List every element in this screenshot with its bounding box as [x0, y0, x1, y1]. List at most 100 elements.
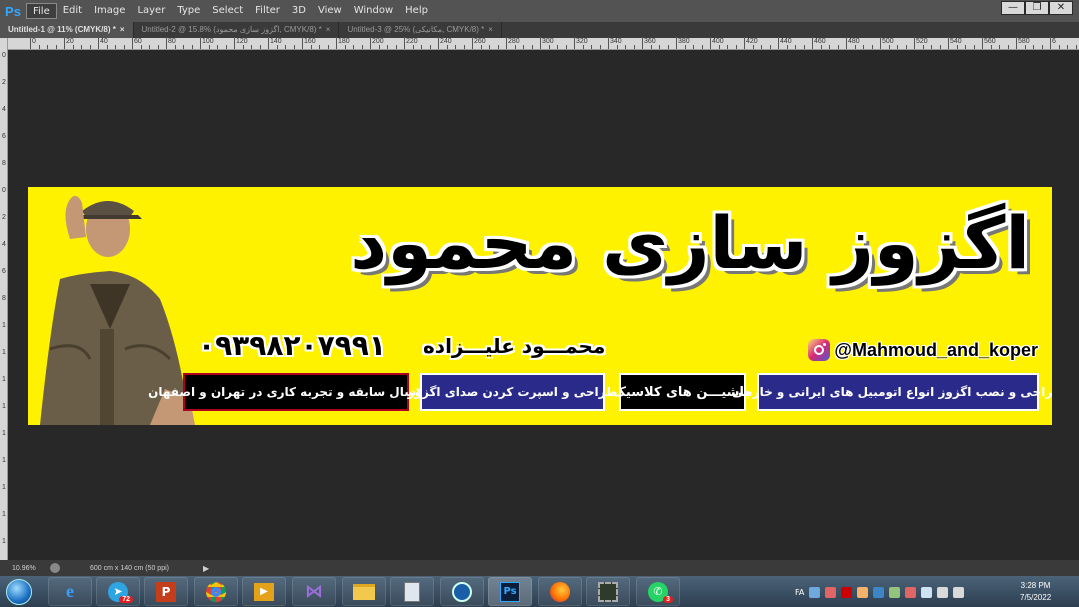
sport-sound-box: طراحی و اسپرت کردن صدای اگزوز [408, 373, 617, 411]
telegram-icon[interactable]: ➤ 72 [96, 577, 140, 606]
tab-untitled-1[interactable]: Untitled-1 @ 11% (CMYK/8) * × [0, 22, 134, 38]
zoom-level[interactable]: 10.96% [0, 565, 40, 572]
banner-title: اگزوز سازی محمود [350, 201, 1030, 285]
status-info-icon[interactable] [50, 563, 60, 573]
ruler-tick [64, 37, 65, 49]
ruler-minor-tick [353, 45, 354, 49]
tab-close-icon[interactable]: × [488, 25, 493, 34]
ruler-label: 1 [2, 322, 6, 329]
tab-untitled-2[interactable]: Untitled-2 @ 15.8% (اگزوز سازی محمود, CM… [134, 22, 340, 38]
vertical-ruler[interactable]: 0 2 4 6 8 0 2 4 6 8 1 1 1 1 1 1 1 1 1 [0, 38, 8, 560]
menu-file[interactable]: File [26, 3, 57, 19]
ruler-minor-tick [693, 45, 694, 49]
tab-label: Untitled-1 @ 11% (CMYK/8) * [8, 25, 116, 34]
instagram-handle-group: @Mahmoud_and_koper [808, 339, 1038, 361]
firefox-icon[interactable] [538, 577, 582, 606]
menu-3d[interactable]: 3D [286, 3, 312, 19]
menu-window[interactable]: Window [348, 3, 399, 19]
ruler-label: 120 [236, 38, 248, 45]
calculator-icon[interactable] [390, 577, 434, 606]
ruler-minor-tick [140, 45, 142, 49]
menu-view[interactable]: View [312, 3, 348, 19]
menu-help[interactable]: Help [399, 3, 434, 19]
tray-app-icon[interactable] [905, 586, 917, 598]
tray-app-icon[interactable] [921, 586, 933, 598]
ruler-label: 200 [372, 38, 384, 45]
menu-image[interactable]: Image [88, 3, 131, 19]
ruler-label: 240 [440, 38, 452, 45]
ruler-minor-tick [922, 45, 924, 49]
edge-icon[interactable]: e [48, 577, 92, 606]
visual-studio-icon[interactable]: ⋈ [292, 577, 336, 606]
photoshop-taskbar-icon[interactable]: Ps [488, 577, 532, 606]
ruler-minor-tick [183, 45, 184, 49]
ruler-label: 1 [2, 457, 6, 464]
start-button[interactable] [0, 576, 38, 607]
tab-untitled-3[interactable]: Untitled-3 @ 25% (مکانیکی, CMYK/8) * × [339, 22, 502, 38]
taskbar-clock[interactable]: 3:28 PM 7/5/2022 [1020, 580, 1051, 604]
chrome-icon[interactable] [194, 577, 238, 606]
video-editor-icon[interactable] [586, 577, 630, 606]
network-icon[interactable] [937, 586, 949, 598]
volume-icon[interactable] [953, 586, 965, 598]
status-menu-arrow-icon[interactable]: ▶ [203, 564, 209, 573]
ruler-minor-tick [251, 45, 252, 49]
horizontal-ruler[interactable]: 0 20 40 60 80 100 120 140 160 180 200 220 240 260 280 3… [8, 37, 1079, 50]
ruler-minor-tick [1075, 45, 1077, 49]
whatsapp-icon[interactable]: ✆ 3 [636, 577, 680, 606]
ruler-minor-tick [514, 45, 516, 49]
tray-app-icon[interactable] [889, 586, 901, 598]
tray-app-icon[interactable] [873, 586, 885, 598]
ruler-minor-tick [650, 45, 652, 49]
menu-edit[interactable]: Edit [57, 3, 88, 19]
ruler-label: 460 [814, 38, 826, 45]
menu-filter[interactable]: Filter [249, 3, 286, 19]
tab-close-icon[interactable]: × [326, 25, 331, 34]
close-button[interactable]: ✕ [1049, 1, 1073, 15]
canvas-area[interactable]: اگزوز سازی محمود ۰۹۳۹۸۲۰۷۹۹۱ محمـــود عل… [9, 51, 1079, 560]
ruler-tick [302, 37, 303, 49]
ruler-minor-tick [1033, 45, 1034, 49]
menu-layer[interactable]: Layer [131, 3, 171, 19]
ruler-label: 500 [882, 38, 894, 45]
ruler-minor-tick [837, 45, 839, 49]
ruler-label: 8 [2, 160, 6, 167]
ruler-tick [268, 37, 269, 49]
tray-app-icon[interactable] [809, 586, 821, 598]
ruler-minor-tick [599, 45, 601, 49]
tray-app-icon[interactable] [857, 586, 869, 598]
ruler-minor-tick [718, 45, 720, 49]
ruler-tick [880, 37, 881, 49]
ruler-label: 6 [2, 133, 6, 140]
ruler-label: 140 [270, 38, 282, 45]
ruler-tick [132, 37, 133, 49]
tab-close-icon[interactable]: × [120, 25, 125, 34]
media-player-icon[interactable]: ▶ [242, 577, 286, 606]
ruler-minor-tick [769, 45, 771, 49]
telegram-badge: 72 [119, 596, 133, 603]
ruler-label: 2 [2, 214, 6, 221]
ruler-label: 1 [2, 403, 6, 410]
banner-artboard[interactable]: اگزوز سازی محمود ۰۹۳۹۸۲۰۷۹۹۱ محمـــود عل… [28, 187, 1052, 425]
file-explorer-icon[interactable] [342, 577, 386, 606]
ruler-label: 280 [508, 38, 520, 45]
ruler-label: 1 [2, 430, 6, 437]
tray-app-icon[interactable] [825, 586, 837, 598]
ruler-label: 400 [712, 38, 724, 45]
presentation-icon[interactable]: P [144, 577, 188, 606]
ruler-label: 0 [2, 52, 6, 59]
system-tray: FA [795, 578, 965, 606]
ruler-label: 420 [746, 38, 758, 45]
minimize-button[interactable]: — [1001, 1, 1025, 15]
ruler-minor-tick [582, 45, 584, 49]
menu-select[interactable]: Select [206, 3, 249, 19]
tray-app-icon[interactable] [841, 586, 853, 598]
ruler-minor-tick [489, 45, 490, 49]
ruler-minor-tick [820, 45, 822, 49]
language-indicator[interactable]: FA [795, 588, 804, 597]
menu-type[interactable]: Type [171, 3, 206, 19]
restore-button[interactable]: ❐ [1025, 1, 1049, 15]
network-app-icon[interactable] [440, 577, 484, 606]
ruler-minor-tick [89, 45, 91, 49]
ruler-tick [846, 37, 847, 49]
